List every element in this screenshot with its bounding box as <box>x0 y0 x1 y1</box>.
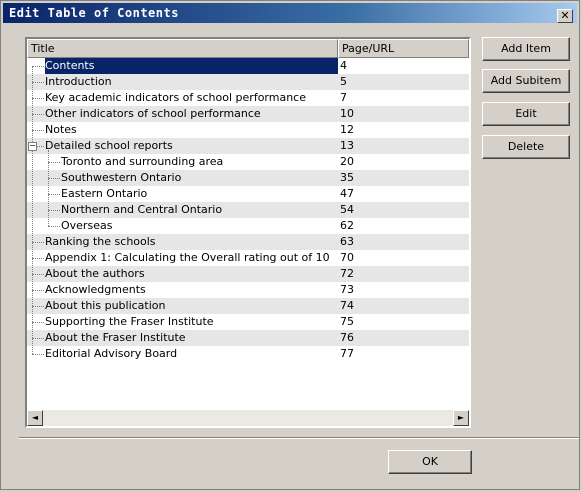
list-item-title: Toronto and surrounding area <box>61 155 224 168</box>
list-item[interactable]: Southwestern Ontario 35 <box>27 170 469 186</box>
tree-connector <box>32 66 44 67</box>
list-item-page: 5 <box>340 75 347 88</box>
tree-connector <box>32 82 44 83</box>
list-item[interactable]: About the Fraser Institute 76 <box>27 330 469 346</box>
list-item-title: Other indicators of school performance <box>45 107 261 120</box>
list-item-title: Editorial Advisory Board <box>45 347 178 360</box>
list-item-title: About the authors <box>45 267 145 280</box>
ok-button[interactable]: OK <box>388 450 472 474</box>
list-item-page: 10 <box>340 107 354 120</box>
tree-connector <box>32 290 44 291</box>
list-item[interactable]: Northern and Central Ontario 54 <box>27 202 469 218</box>
list-item-title: Introduction <box>45 75 112 88</box>
list-item-page: 72 <box>340 267 354 280</box>
list-item-title: Appendix 1: Calculating the Overall rati… <box>45 251 330 264</box>
tree-connector <box>48 162 60 163</box>
tree-connector <box>48 194 60 195</box>
scroll-left-icon[interactable]: ◄ <box>27 410 43 426</box>
list-item-page: 4 <box>340 59 347 72</box>
list-item[interactable]: Acknowledgments 73 <box>27 282 469 298</box>
list-item[interactable]: Supporting the Fraser Institute 75 <box>27 314 469 330</box>
scroll-right-icon[interactable]: ► <box>453 410 469 426</box>
list-item[interactable]: Key academic indicators of school perfor… <box>27 90 469 106</box>
collapse-icon[interactable]: − <box>28 142 37 151</box>
list-item[interactable]: Appendix 1: Calculating the Overall rati… <box>27 250 469 266</box>
list-item[interactable]: About the authors 72 <box>27 266 469 282</box>
tree-connector <box>48 226 60 227</box>
list-item-page: 54 <box>340 203 354 216</box>
footer-divider <box>19 437 579 439</box>
edit-button[interactable]: Edit <box>482 102 570 126</box>
list-item-page: 47 <box>340 187 354 200</box>
list-item-page: 13 <box>340 139 354 152</box>
add-subitem-button[interactable]: Add Subitem <box>482 69 570 93</box>
list-item-page: 73 <box>340 283 354 296</box>
list-item-page: 75 <box>340 315 354 328</box>
list-item-title: Southwestern Ontario <box>61 171 182 184</box>
list-item[interactable]: Ranking the schools 63 <box>27 234 469 250</box>
list-item[interactable]: Introduction 5 <box>27 74 469 90</box>
tree-connector <box>32 98 44 99</box>
close-icon[interactable]: ✕ <box>557 9 573 23</box>
list-item-title: Supporting the Fraser Institute <box>45 315 214 328</box>
list-item[interactable]: Toronto and surrounding area 20 <box>27 154 469 170</box>
tree-connector <box>32 258 44 259</box>
list-item-page: 62 <box>340 219 354 232</box>
tree-connector <box>32 130 44 131</box>
toc-list[interactable]: Title Page/URL Contents 4 Introduction 5 Key… <box>25 37 471 428</box>
tree-connector <box>32 306 44 307</box>
tree-connector <box>32 114 44 115</box>
column-header-title[interactable]: Title <box>27 39 338 58</box>
column-header-page[interactable]: Page/URL <box>338 39 469 58</box>
list-item[interactable]: Other indicators of school performance 10 <box>27 106 469 122</box>
list-item-page: 63 <box>340 235 354 248</box>
list-item-page: 70 <box>340 251 354 264</box>
list-item-title: Northern and Central Ontario <box>61 203 223 216</box>
list-item-page: 7 <box>340 91 347 104</box>
list-item-page: 35 <box>340 171 354 184</box>
tree-connector <box>32 354 44 355</box>
list-item-title: Key academic indicators of school perfor… <box>45 91 306 104</box>
list-item-title: Eastern Ontario <box>61 187 148 200</box>
list-item-title: Ranking the schools <box>45 235 156 248</box>
list-item-page: 74 <box>340 299 354 312</box>
list-item[interactable]: Overseas 62 <box>27 218 469 234</box>
tree-connector <box>32 242 44 243</box>
edit-toc-dialog: Edit Table of Contents ✕ Title Page/URL … <box>0 0 580 490</box>
list-item-page: 20 <box>340 155 354 168</box>
list-item[interactable]: Notes 12 <box>27 122 469 138</box>
list-item-title: Overseas <box>61 219 113 232</box>
list-item-title: Notes <box>45 123 77 136</box>
list-item-page: 77 <box>340 347 354 360</box>
dialog-title: Edit Table of Contents <box>3 3 577 23</box>
list-item-page: 76 <box>340 331 354 344</box>
list-item-title: Acknowledgments <box>45 283 146 296</box>
tree-connector <box>48 150 49 226</box>
horizontal-scrollbar[interactable]: ◄ ► <box>27 410 469 426</box>
list-item-title: About this publication <box>45 299 166 312</box>
tree-connector <box>32 322 44 323</box>
tree-connector <box>48 178 60 179</box>
tree-connector <box>32 338 44 339</box>
add-item-button[interactable]: Add Item <box>482 37 570 61</box>
list-item-title: Detailed school reports <box>45 139 173 152</box>
list-item-title: About the Fraser Institute <box>45 331 186 344</box>
delete-button[interactable]: Delete <box>482 135 570 159</box>
list-header: Title Page/URL <box>27 39 469 58</box>
tree-connector <box>32 274 44 275</box>
tree-connector <box>48 210 60 211</box>
list-item[interactable]: Editorial Advisory Board 77 <box>27 346 469 362</box>
list-item[interactable]: Contents 4 <box>27 58 469 74</box>
list-item[interactable]: Detailed school reports 13 <box>27 138 469 154</box>
tree-connector <box>32 66 33 354</box>
list-item-title: Contents <box>45 58 338 74</box>
list-item-page: 12 <box>340 123 354 136</box>
list-item[interactable]: About this publication 74 <box>27 298 469 314</box>
list-item[interactable]: Eastern Ontario 47 <box>27 186 469 202</box>
